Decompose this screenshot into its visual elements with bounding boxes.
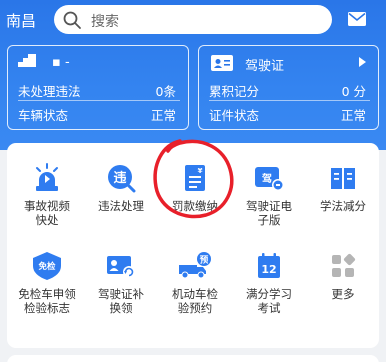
city-selector[interactable]: 南昌 bbox=[6, 10, 36, 31]
service-violation[interactable]: 违 违法处理 bbox=[84, 163, 158, 213]
service-label: 驾驶证补 换领 bbox=[98, 287, 144, 315]
svg-text:免检: 免检 bbox=[38, 261, 56, 272]
service-exempt-inspection[interactable]: 免检 免检车申领 检验标志 bbox=[10, 251, 84, 315]
siren-icon bbox=[36, 163, 58, 191]
service-accident-video[interactable]: 事故视频 快处 bbox=[10, 163, 84, 227]
annotation-circle bbox=[153, 139, 234, 219]
svg-text:违: 违 bbox=[113, 170, 126, 186]
license-row-label: 证件状态 bbox=[209, 108, 260, 123]
vehicle-plate: ▪ - bbox=[52, 55, 70, 70]
e-license-icon: 驾 bbox=[255, 167, 284, 191]
service-label: 更多 bbox=[331, 287, 355, 301]
license-renew-icon bbox=[107, 256, 135, 278]
arrow-right-icon bbox=[359, 57, 366, 67]
truck-inspection-icon: 预 bbox=[179, 252, 211, 279]
exempt-badge-icon: 免检 bbox=[33, 252, 61, 280]
next-panel-edge bbox=[7, 355, 379, 362]
service-label: 满分学习 考试 bbox=[246, 287, 292, 315]
vehicle-row-label: 未处理违法 bbox=[18, 84, 81, 99]
id-card-icon bbox=[211, 55, 233, 71]
license-row-value: 0 分 bbox=[341, 84, 366, 99]
service-label: 违法处理 bbox=[98, 199, 144, 213]
svg-text:驾: 驾 bbox=[261, 172, 272, 185]
license-title: 驾驶证 bbox=[245, 59, 285, 74]
more-icon bbox=[332, 253, 356, 277]
service-e-license[interactable]: 驾 驾驶证电 子版 bbox=[232, 163, 306, 227]
mail-icon[interactable] bbox=[348, 12, 366, 26]
violation-icon: 违 bbox=[108, 165, 136, 193]
vehicle-row-value: 0条 bbox=[155, 84, 176, 99]
license-row-value: 正常 bbox=[340, 108, 366, 123]
service-label: 事故视频 快处 bbox=[24, 199, 70, 227]
card-divider bbox=[209, 100, 370, 101]
search-placeholder: 搜索 bbox=[91, 14, 119, 30]
service-license-renew[interactable]: 驾驶证补 换领 bbox=[84, 251, 158, 315]
service-label: 驾驶证电 子版 bbox=[246, 199, 292, 227]
vehicle-row-label: 车辆状态 bbox=[18, 108, 69, 123]
license-row-label: 累积记分 bbox=[209, 84, 260, 99]
car-icon bbox=[18, 54, 36, 67]
service-study-reduce-points[interactable]: 学法减分 bbox=[306, 163, 380, 213]
search-icon bbox=[63, 11, 81, 29]
service-full-score-exam[interactable]: 12 满分学习 考试 bbox=[232, 251, 306, 315]
service-label: 免检车申领 检验标志 bbox=[18, 287, 76, 315]
service-label: 学法减分 bbox=[320, 199, 366, 213]
book-icon bbox=[331, 168, 355, 189]
calendar-icon: 12 bbox=[258, 253, 280, 278]
service-inspection-booking[interactable]: 预 机动车检 验预约 bbox=[158, 251, 232, 315]
card-divider bbox=[18, 100, 180, 101]
service-label: 机动车检 验预约 bbox=[172, 287, 218, 315]
svg-text:预: 预 bbox=[200, 255, 209, 266]
vehicle-row-value: 正常 bbox=[150, 108, 176, 123]
search-bar[interactable]: 搜索 bbox=[54, 5, 332, 34]
license-card[interactable]: 驾驶证 累积记分 0 分 证件状态 正常 bbox=[198, 45, 379, 130]
vehicle-card[interactable]: ▪ - 未处理违法 0条 车辆状态 正常 bbox=[7, 45, 189, 130]
service-more[interactable]: 更多 bbox=[306, 251, 380, 301]
svg-text:12: 12 bbox=[261, 263, 276, 276]
